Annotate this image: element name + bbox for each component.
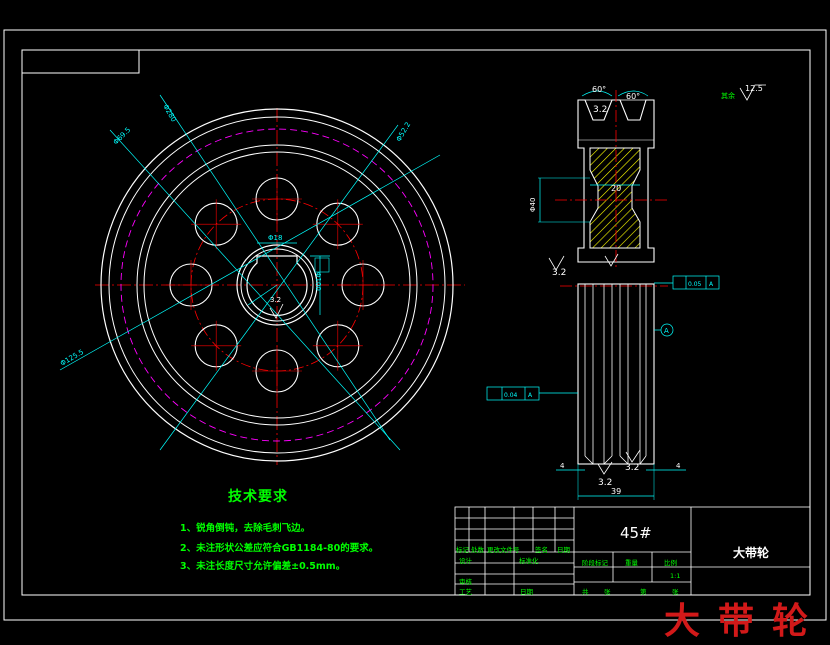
- tb-mark: 标记: [456, 546, 469, 554]
- tb-review: 审核: [459, 578, 472, 586]
- corner-label-box: [21, 49, 140, 74]
- dim-text-roughness: 3.2: [270, 296, 281, 304]
- lower-outline: [577, 283, 655, 465]
- tech-requirement-2: 2、未注形状公差应符合GB1184-80的要求。: [180, 543, 379, 554]
- dim-text-phi280: Φ280: [161, 103, 177, 123]
- inner-frame: [21, 49, 811, 596]
- bore-dia-text: Φ40: [529, 198, 537, 212]
- tb-change-doc: 更改文件号: [487, 546, 520, 554]
- tb-signature: 签名: [535, 546, 548, 554]
- tb-design: 设计: [459, 557, 472, 565]
- par-tolerance-text: 0.04: [504, 392, 518, 399]
- tech-requirements-title: 技术要求: [228, 489, 288, 505]
- watermark-text: 大带轮: [664, 600, 827, 642]
- offset-left-text: 4: [560, 462, 565, 470]
- tb-total: 共: [582, 588, 589, 596]
- tech-requirement-3: 3、未注长度尺寸允许偏差±0.5mm。: [180, 561, 346, 572]
- groove-lines: [584, 284, 647, 464]
- front-view: [59, 94, 465, 465]
- part-name-text: 大带轮: [733, 546, 770, 560]
- cad-drawing: Φ280 Φ69.5 Φ52.2 Φ125.5 Φ100 Φ18 3.2 60°…: [3, 29, 827, 621]
- roughness-left-text: 3.2: [552, 268, 566, 278]
- hub-width-text: 20: [611, 184, 621, 193]
- tb-date: 日期: [557, 546, 570, 554]
- dim-text-phi18: Φ18: [268, 234, 282, 242]
- section-dim-texts: 60° 60° 3.2 20 Φ40 3.2 3.2 3.2 39 4 4 0.…: [504, 84, 763, 496]
- other-roughness-label: 其余: [721, 91, 735, 100]
- web-section: [589, 147, 641, 249]
- tech-requirement-1: 1、锐角倒钝，去除毛刺飞边。: [180, 523, 311, 534]
- par-datum-text: A: [528, 392, 533, 399]
- section-view: [486, 84, 766, 500]
- other-roughness-value: 12.5: [745, 84, 763, 93]
- perp-datum-text: A: [709, 281, 714, 288]
- tb-scale: 1:1: [670, 572, 681, 580]
- tb-approve: 日期: [520, 588, 533, 596]
- groove-roughness-text: 3.2: [593, 105, 607, 115]
- dim-text-phi100: Φ100: [314, 272, 322, 291]
- dim-leader-1: [59, 154, 441, 371]
- tb-stage-mark: 阶段标记: [582, 559, 608, 567]
- dim-text-phi52: Φ52.2: [395, 121, 412, 143]
- perp-tolerance-text: 0.05: [688, 281, 702, 288]
- offset-right-text: 4: [676, 462, 681, 470]
- total-width-text: 39: [611, 487, 621, 496]
- dim-leader-4: [159, 124, 399, 451]
- datum-text: A: [664, 327, 669, 335]
- outer-frame: [3, 29, 827, 621]
- dim-leader-3: [159, 94, 391, 441]
- angle-right-text: 60°: [626, 92, 640, 101]
- tb-sheets: 张: [604, 588, 611, 596]
- tb-process: 工艺: [459, 588, 472, 596]
- angle-left-text: 60°: [592, 85, 606, 94]
- tb-ratio: 比例: [664, 559, 677, 567]
- tb-sheet-no: 第: [640, 588, 647, 596]
- front-dim-texts: Φ280 Φ69.5 Φ52.2 Φ125.5 Φ100 Φ18 3.2: [59, 103, 412, 368]
- tb-count: 处数: [471, 546, 484, 554]
- tb-weight: 重量: [625, 559, 638, 567]
- tb-standardize: 标准化: [519, 557, 539, 565]
- material-text: 45#: [620, 524, 652, 542]
- roughness-bottom-right-text: 3.2: [625, 463, 639, 473]
